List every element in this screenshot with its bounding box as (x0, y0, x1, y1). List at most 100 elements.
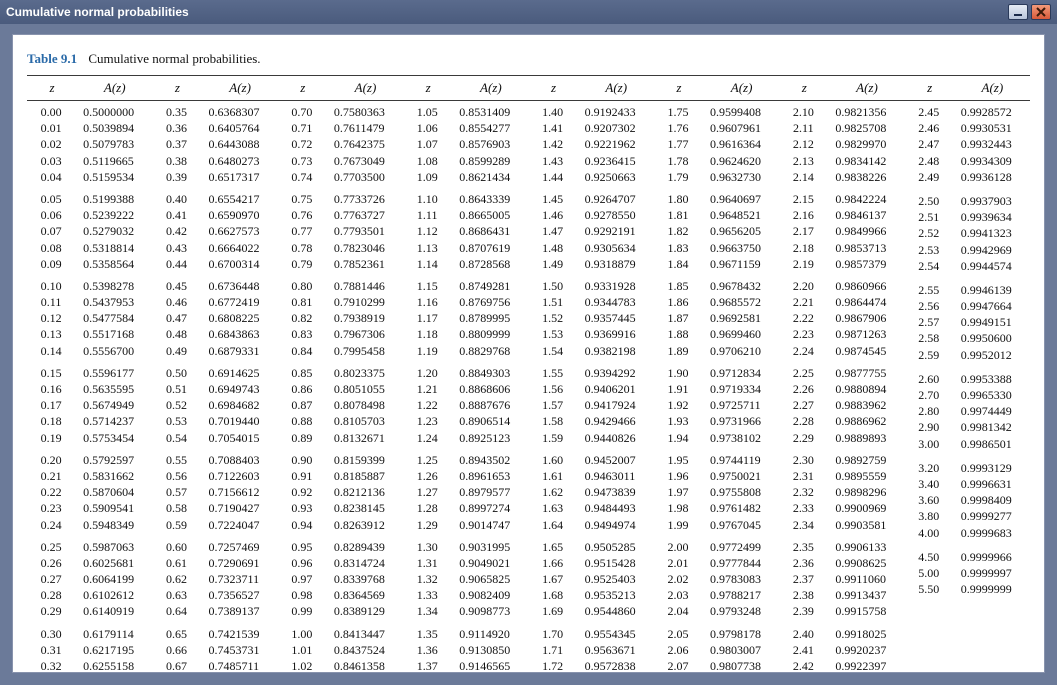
cell-z: 2.34 (779, 517, 829, 533)
table-row: 2.210.9864474 (779, 294, 904, 310)
cell-a: 0.9920237 (829, 642, 904, 658)
table-row: 1.470.9292191 (529, 223, 654, 239)
cell-z: 0.70 (278, 104, 328, 120)
table-row: 0.150.5596177 (27, 365, 152, 381)
table-row: 2.070.9807738 (654, 658, 779, 673)
cell-z: 0.65 (152, 626, 202, 642)
table-row: 2.380.9913437 (779, 587, 904, 603)
cell-z: 0.12 (27, 310, 77, 326)
cell-z: 0.56 (152, 468, 202, 484)
table-header-pair: zA(z) (905, 80, 1030, 96)
cell-z: 2.20 (779, 278, 829, 294)
table-row: 2.220.9867906 (779, 310, 904, 326)
table-row: 1.460.9278550 (529, 207, 654, 223)
table-row: 0.040.5159534 (27, 169, 152, 185)
table-row: 2.000.9772499 (654, 539, 779, 555)
cell-z: 0.83 (278, 326, 328, 342)
cell-z: 2.21 (779, 294, 829, 310)
table-row: 0.060.5239222 (27, 207, 152, 223)
table-row: 1.190.8829768 (403, 343, 528, 359)
cell-z: 0.06 (27, 207, 77, 223)
cell-z: 1.02 (278, 658, 328, 673)
cell-a: 0.6480273 (203, 153, 278, 169)
cell-z: 1.42 (529, 136, 579, 152)
cell-a: 0.8289439 (328, 539, 403, 555)
cell-z: 0.17 (27, 397, 77, 413)
table-row: 0.810.7910299 (278, 294, 403, 310)
table-row: 0.950.8289439 (278, 539, 403, 555)
cell-z: 0.95 (278, 539, 328, 555)
table-row: 0.660.7453731 (152, 642, 277, 658)
cell-z: 1.84 (654, 256, 704, 272)
cell-z: 0.58 (152, 500, 202, 516)
cell-z: 2.24 (779, 343, 829, 359)
table-row: 2.410.9920237 (779, 642, 904, 658)
table-row: 1.520.9357445 (529, 310, 654, 326)
cell-z: 1.56 (529, 381, 579, 397)
cell-a: 0.8132671 (328, 430, 403, 446)
table-row: 0.090.5358564 (27, 256, 152, 272)
cell-z: 1.72 (529, 658, 579, 673)
table-row: 3.600.9998409 (905, 492, 1030, 508)
cell-z: 1.28 (403, 500, 453, 516)
close-button[interactable] (1031, 4, 1051, 20)
cell-a: 0.6772419 (203, 294, 278, 310)
cell-a: 0.8437524 (328, 642, 403, 658)
table-row: 1.720.9572838 (529, 658, 654, 673)
table-row-group: 0.300.61791140.310.62171950.320.62551580… (27, 626, 152, 673)
probability-table: zA(z)zA(z)zA(z)zA(z)zA(z)zA(z)zA(z)zA(z)… (27, 75, 1030, 673)
cell-a: 0.9484493 (579, 500, 654, 516)
table-row: 1.250.8943502 (403, 452, 528, 468)
cell-a: 0.9473839 (579, 484, 654, 500)
table-row-group: 2.450.99285722.460.99305312.470.99324432… (905, 104, 1030, 185)
cell-z: 0.04 (27, 169, 77, 185)
cell-z: 1.43 (529, 153, 579, 169)
cell-z: 0.82 (278, 310, 328, 326)
cell-a: 0.8887676 (453, 397, 528, 413)
table-row: 2.310.9895559 (779, 468, 904, 484)
table-row: 0.590.7224047 (152, 517, 277, 533)
table-row: 0.570.7156612 (152, 484, 277, 500)
cell-a: 0.6517317 (203, 169, 278, 185)
cell-z: 1.58 (529, 413, 579, 429)
table-row-group: 1.250.89435021.260.89616531.270.89795771… (403, 452, 528, 533)
cell-z: 0.20 (27, 452, 77, 468)
cell-a: 0.8413447 (328, 626, 403, 642)
table-row-group: 0.350.63683070.360.64057640.370.64430880… (152, 104, 277, 185)
table-row: 0.450.6736448 (152, 278, 277, 294)
cell-z: 1.79 (654, 169, 704, 185)
cell-z: 1.07 (403, 136, 453, 152)
cell-a: 0.9918025 (829, 626, 904, 642)
cell-z: 2.80 (905, 403, 955, 419)
table-row-group: 2.300.98927592.310.98955592.320.98982962… (779, 452, 904, 533)
cell-z: 3.60 (905, 492, 955, 508)
cell-z: 4.50 (905, 549, 955, 565)
cell-z: 1.23 (403, 413, 453, 429)
table-row: 0.670.7485711 (152, 658, 277, 673)
cell-z: 1.65 (529, 539, 579, 555)
table-row: 0.890.8132671 (278, 430, 403, 446)
cell-z: 1.81 (654, 207, 704, 223)
table-row: 1.300.9031995 (403, 539, 528, 555)
cell-z: 0.09 (27, 256, 77, 272)
cell-a: 0.7733726 (328, 191, 403, 207)
table-row: 1.510.9344783 (529, 294, 654, 310)
cell-a: 0.9535213 (579, 587, 654, 603)
cell-z: 1.99 (654, 517, 704, 533)
table-row: 0.490.6879331 (152, 343, 277, 359)
minimize-button[interactable] (1008, 4, 1028, 20)
table-row: 1.360.9130850 (403, 642, 528, 658)
cell-a: 0.7823046 (328, 240, 403, 256)
cell-z: 2.56 (905, 298, 955, 314)
table-row: 0.800.7881446 (278, 278, 403, 294)
cell-z: 0.59 (152, 517, 202, 533)
table-row: 1.880.9699460 (654, 326, 779, 342)
cell-a: 0.6914625 (203, 365, 278, 381)
table-row: 2.490.9936128 (905, 169, 1030, 185)
table-row: 0.310.6217195 (27, 642, 152, 658)
cell-a: 0.9946139 (955, 282, 1030, 298)
cell-a: 0.5517168 (77, 326, 152, 342)
table-row: 1.320.9065825 (403, 571, 528, 587)
cell-z: 1.62 (529, 484, 579, 500)
table-row-group: 0.400.65542170.410.65909700.420.66275730… (152, 191, 277, 272)
